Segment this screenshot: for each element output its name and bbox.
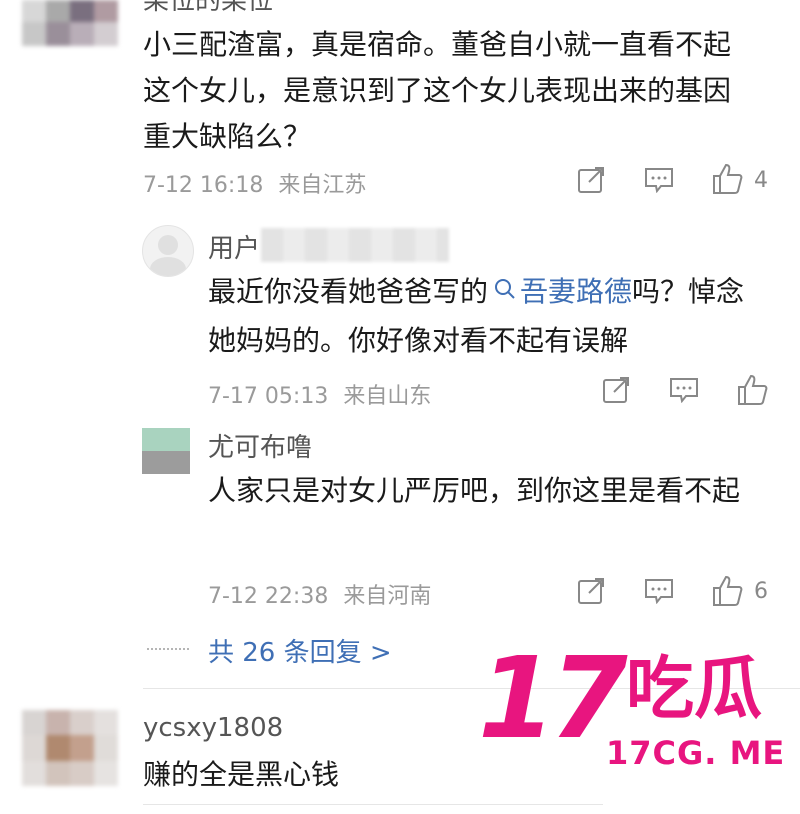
reply-avatar[interactable] (142, 428, 190, 474)
like-icon[interactable] (712, 163, 744, 195)
watermark-logo: 17 吃瓜 17CG. ME (478, 634, 798, 780)
comment-meta: 7-12 16:18 来自江苏 (143, 167, 366, 199)
search-link[interactable]: 吾妻路德 (488, 275, 632, 308)
comment-icon[interactable] (644, 578, 674, 604)
like-count: 6 (754, 579, 768, 604)
avatar[interactable] (22, 0, 120, 46)
like-icon[interactable] (737, 374, 769, 406)
share-icon[interactable] (577, 166, 605, 194)
reply-meta: 7-17 05:13 来自山东 (208, 378, 431, 410)
search-icon (494, 268, 516, 314)
share-icon[interactable] (577, 577, 605, 605)
watermark-domain: 17CG. ME (606, 734, 786, 772)
watermark-text: 吃瓜 (626, 650, 763, 729)
reply-text: 最近你没看她爸爸写的 吾妻路德吗？悼念她妈妈的。你好像对看不起有误解 (208, 268, 768, 364)
comment-text: 小三配渣富，真是宿命。董爸自小就一直看不起这个女儿，是意识到了这个女儿表现出来的… (143, 28, 732, 153)
like-icon[interactable] (712, 575, 744, 607)
share-icon[interactable] (602, 376, 630, 404)
watermark-number: 17 (478, 634, 628, 764)
reply-text-before: 最近你没看她爸爸写的 (208, 275, 489, 308)
search-link-text[interactable]: 吾妻路德 (520, 275, 632, 308)
reply-meta: 7-12 22:38 来自河南 (208, 578, 431, 610)
comment-text: 赚的全是黑心钱 (143, 758, 340, 791)
username-blur (261, 228, 449, 262)
comment-time: 7-12 16:18 (143, 173, 264, 198)
like-count: 4 (754, 168, 768, 193)
reply-author[interactable]: 用户 (208, 228, 260, 265)
reply-time: 7-12 22:38 (208, 584, 329, 609)
reply-text: 人家只是对女儿严厉吧，到你这里是看不起 (208, 474, 741, 507)
comment-icon[interactable] (669, 377, 699, 403)
divider (143, 804, 603, 805)
more-replies-dots (147, 648, 189, 650)
comment-author[interactable]: 某位的某位 (143, 0, 273, 17)
reply-author[interactable]: 尤可布噜 (208, 427, 312, 464)
comment-location: 来自江苏 (278, 173, 367, 198)
reply-time: 7-17 05:13 (208, 384, 329, 409)
more-replies-link[interactable]: 共 26 条回复 > (208, 632, 392, 669)
comment-author[interactable]: ycsxy1808 (143, 713, 283, 743)
comment-icon[interactable] (644, 167, 674, 193)
reply-avatar[interactable] (142, 225, 194, 277)
avatar[interactable] (22, 710, 120, 786)
reply-location: 来自河南 (343, 584, 432, 609)
reply-location: 来自山东 (343, 384, 432, 409)
